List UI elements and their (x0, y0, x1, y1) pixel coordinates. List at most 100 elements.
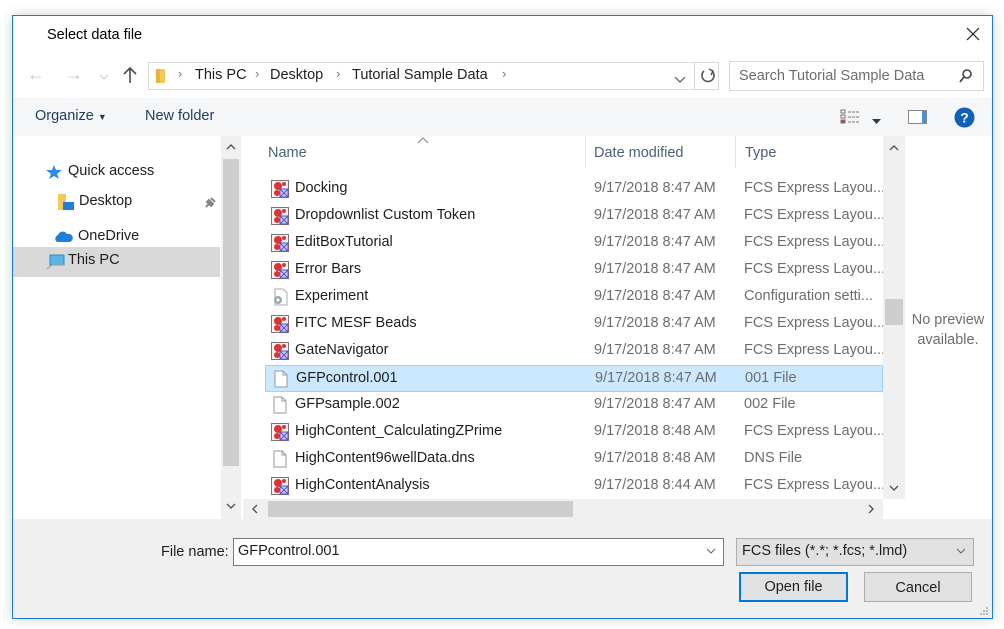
chevron-down-icon[interactable] (706, 548, 716, 555)
search-input[interactable]: Search Tutorial Sample Data (729, 61, 984, 91)
file-type: Configuration setti... (744, 288, 873, 304)
file-list-vertical-scrollbar[interactable] (883, 136, 905, 499)
help-button[interactable]: ? (954, 107, 975, 131)
table-row[interactable]: HighContent96wellData.dns 9/17/2018 8:48 … (265, 446, 883, 473)
arrow-right-icon: → (65, 64, 83, 84)
command-toolbar: Organize ▼ New folder ? (13, 98, 992, 136)
file-name: HighContent96wellData.dns (295, 450, 475, 466)
file-date-modified: 9/17/2018 8:47 AM (595, 370, 717, 386)
file-type: FCS Express Layou... (744, 261, 886, 277)
close-button[interactable] (963, 24, 983, 44)
recent-locations-button[interactable] (99, 68, 109, 84)
table-row[interactable]: FITC MESF Beads 9/17/2018 8:47 AM FCS Expr… (265, 311, 886, 338)
arrow-up-icon (123, 66, 137, 83)
table-row[interactable]: HighContent_CalculatingZPrime 9/17/2018 8… (265, 419, 886, 446)
sidebar-item-this-pc[interactable]: This PC (13, 247, 220, 277)
caret-down-icon: ▼ (97, 112, 107, 122)
refresh-button[interactable] (699, 67, 717, 88)
file-type: FCS Express Layou... (744, 423, 886, 439)
fcs-layout-icon (271, 477, 289, 495)
sidebar-item-quick-access[interactable]: Quick access (13, 158, 221, 186)
column-header-name[interactable]: Name (268, 145, 307, 161)
open-file-button[interactable]: Open file (739, 572, 848, 602)
table-row[interactable]: Docking 9/17/2018 8:47 AM FCS Express Layo… (265, 176, 885, 203)
file-date-modified: 9/17/2018 8:44 AM (594, 477, 716, 493)
sidebar-item-desktop[interactable]: Desktop (13, 188, 221, 216)
file-type: FCS Express Layou... (744, 234, 886, 250)
fcs-layout-icon (271, 342, 289, 360)
file-type-select[interactable]: FCS files (*.*; *.fcs; *.lmd) (736, 538, 974, 566)
table-row[interactable]: GateNavigator 9/17/2018 8:47 AM FCS Expres… (265, 338, 885, 365)
breadcrumb-desktop[interactable]: Desktop (270, 67, 323, 83)
file-name: FITC MESF Beads (295, 315, 417, 331)
file-list-horizontal-scrollbar[interactable] (243, 499, 883, 519)
cancel-button[interactable]: Cancel (864, 572, 972, 602)
change-view-button[interactable] (840, 109, 860, 128)
breadcrumb-tutorial-sample-data[interactable]: Tutorial Sample Data (352, 67, 488, 83)
table-row[interactable]: Dropdownlist Custom Token 9/17/2018 8:47 … (265, 203, 885, 230)
resize-grip-icon[interactable] (980, 607, 989, 616)
close-icon (966, 27, 980, 41)
chevron-down-icon (674, 76, 686, 83)
pin-icon[interactable] (203, 196, 217, 210)
table-row[interactable]: Error Bars 9/17/2018 8:47 AM FCS Express L… (265, 257, 886, 284)
fcs-layout-icon (271, 261, 289, 279)
forward-button[interactable]: → (65, 64, 83, 85)
file-name: Experiment (295, 288, 369, 304)
address-bar[interactable]: › This PC › Desktop › Tutorial Sample Da… (148, 62, 719, 90)
sort-ascending-icon (417, 137, 429, 144)
organize-label: Organize (35, 108, 94, 124)
chevron-up-icon (226, 144, 236, 150)
table-row[interactable]: EditBoxTutorial 9/17/2018 8:47 AM FCS Expr… (265, 230, 886, 257)
fcs-layout-icon (271, 180, 289, 198)
preview-message-line1: No preview (911, 312, 985, 328)
preview-message-line2: available. (917, 332, 979, 348)
chevron-up-icon (889, 145, 899, 151)
up-button[interactable] (122, 66, 138, 87)
fcs-layout-icon (271, 207, 289, 225)
desktop-folder-icon (58, 194, 74, 210)
file-name: Dropdownlist Custom Token (295, 207, 476, 223)
file-date-modified: 9/17/2018 8:47 AM (594, 315, 716, 331)
search-icon (959, 69, 972, 83)
file-name-input[interactable]: GFPcontrol.001 (233, 538, 724, 566)
table-row[interactable]: GFPsample.002 9/17/2018 8:47 AM 002 File (265, 392, 883, 419)
file-name: Error Bars (295, 261, 362, 277)
file-name-label: File name: (161, 544, 229, 560)
config-file-icon (271, 288, 289, 306)
file-type: 001 File (745, 370, 797, 386)
table-row[interactable]: HighContentAnalysis 9/17/2018 8:44 AM FCS … (265, 473, 886, 500)
column-header-type[interactable]: Type (745, 145, 776, 161)
file-date-modified: 9/17/2018 8:47 AM (594, 342, 716, 358)
file-type: FCS Express Layou... (744, 477, 886, 493)
cloud-icon (55, 231, 73, 242)
organize-button[interactable]: Organize ▼ (35, 108, 107, 124)
search-placeholder: Search Tutorial Sample Data (739, 68, 925, 84)
file-type: 002 File (744, 396, 796, 412)
column-header-date-modified[interactable]: Date modified (594, 145, 683, 161)
folder-icon (156, 69, 165, 83)
back-button[interactable]: ← (27, 64, 45, 85)
scroll-thumb[interactable] (223, 159, 239, 466)
file-type: FCS Express Layou... (744, 315, 886, 331)
preview-pane-button[interactable] (908, 110, 928, 128)
file-name: GFPsample.002 (295, 396, 400, 412)
file-date-modified: 9/17/2018 8:47 AM (594, 288, 716, 304)
breadcrumb-this-pc[interactable]: This PC (195, 67, 247, 83)
file-date-modified: 9/17/2018 8:47 AM (594, 180, 716, 196)
table-row[interactable]: GFPcontrol.001 9/17/2018 8:47 AM 001 File (265, 365, 883, 392)
navigation-pane-scrollbar[interactable] (221, 136, 241, 519)
footer: File name: GFPcontrol.001 FCS files (*.*… (13, 519, 992, 618)
file-type-value: FCS files (*.*; *.fcs; *.lmd) (742, 543, 908, 559)
navigation-pane: Quick access Desktop OneDrive This PC (13, 136, 221, 519)
table-row[interactable]: Experiment 9/17/2018 8:47 AM Configuration… (265, 284, 883, 311)
file-name: HighContentAnalysis (295, 477, 430, 493)
file-name-value: GFPcontrol.001 (238, 543, 340, 559)
address-dropdown-button[interactable] (674, 71, 686, 87)
scroll-thumb[interactable] (885, 299, 903, 325)
view-options-dropdown[interactable] (872, 112, 881, 128)
new-folder-button[interactable]: New folder (145, 108, 214, 124)
fcs-layout-icon (271, 423, 289, 441)
scroll-thumb[interactable] (268, 501, 573, 517)
preview-pane-icon (908, 110, 927, 124)
